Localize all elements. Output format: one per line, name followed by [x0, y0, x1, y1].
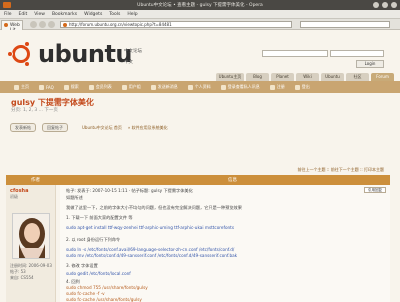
- nav-tab-planet[interactable]: Planet: [271, 73, 294, 81]
- post-line: 如题所述: [66, 195, 83, 200]
- reload-icon[interactable]: [48, 21, 55, 28]
- post-code-line: sudo mv /etc/fonts/conf.d/49-sansserif.c…: [66, 253, 238, 258]
- post-user-rank: 初级: [10, 194, 18, 199]
- menu-file[interactable]: File: [4, 12, 12, 17]
- profile-icon: [187, 84, 193, 90]
- post-line: 我做了这里一下，之前的字体大小不均匀的问题，但也没有完全解决问题，它只是一种预览…: [66, 205, 242, 210]
- maximize-icon[interactable]: [382, 2, 388, 8]
- browser-toolbar: Web Lit http://forum.ubuntu.org.cn/viewt…: [0, 19, 400, 33]
- post-code-line: sudo fc-cache -f -v: [66, 291, 105, 296]
- nav-tab-home[interactable]: Ubuntu主页: [216, 73, 244, 81]
- message-icon: [150, 84, 156, 90]
- nav-tab-blog[interactable]: Blog: [246, 73, 269, 81]
- post-code-line: sudo apt-get install ttf-wqy-zenhei ttf-…: [66, 225, 234, 230]
- posts-header: 作者 信息: [6, 175, 390, 185]
- minimize-icon[interactable]: [373, 2, 379, 8]
- iconbar-faq[interactable]: FAQ: [39, 84, 54, 90]
- web-page: ubuntu 中文论坛 中文 Login Ubuntu主页 Blog Plane…: [0, 30, 400, 302]
- inbox-icon: [220, 84, 226, 90]
- window-controls: [373, 2, 397, 8]
- iconbar-register[interactable]: 注册: [269, 84, 285, 90]
- search-input[interactable]: [300, 21, 390, 28]
- register-icon: [269, 84, 275, 90]
- groups-icon: [121, 84, 127, 90]
- browser-tab[interactable]: Web Lit: [1, 20, 23, 33]
- iconbar-profile[interactable]: 个人资料: [187, 84, 211, 90]
- browser-menubar: File Edit View Bookmarks Widgets Tools H…: [0, 10, 400, 19]
- home-icon: [14, 84, 19, 90]
- post-code-line: sudo fc-cache /usr/share/fonts/gulsy: [66, 297, 142, 302]
- iconbar-newmsg[interactable]: 发送新消息: [150, 84, 178, 90]
- close-icon[interactable]: [391, 2, 397, 8]
- window-title: Ubuntu中文论坛 • 查看主题 - gulsy 下提需字体美化 - Oper…: [137, 3, 263, 8]
- nav-tab-ubuntu[interactable]: Ubuntu: [321, 73, 344, 81]
- window-titlebar: Ubuntu中文论坛 • 查看主题 - gulsy 下提需字体美化 - Oper…: [0, 0, 400, 10]
- faq-icon: [39, 84, 44, 90]
- back-icon[interactable]: [30, 21, 37, 28]
- password-field[interactable]: [330, 50, 384, 57]
- post-code-line: sudo ln -s /etc/fonts/conf.avail/69-lang…: [66, 247, 235, 252]
- new-topic-button[interactable]: 发表新帖: [10, 123, 36, 132]
- site-icon: [63, 23, 67, 27]
- menu-tools[interactable]: Tools: [109, 12, 120, 17]
- topic-navigation[interactable]: 前往上一个主题 :: 前往下一个主题 :: 打印本主题: [298, 167, 384, 173]
- forward-icon[interactable]: [39, 21, 46, 28]
- site-subtitle-2: 中文: [124, 60, 133, 65]
- menu-widgets[interactable]: Widgets: [84, 12, 102, 17]
- app-menu-icon[interactable]: [3, 2, 11, 8]
- breadcrumb: Ubuntu中文论坛 首页 » 软件应用及系统美化: [82, 125, 168, 131]
- author-column-header: 作者: [31, 178, 40, 183]
- menu-help[interactable]: Help: [127, 12, 137, 17]
- members-icon: [88, 84, 94, 90]
- nav-tab-wiki[interactable]: Wiki: [296, 73, 319, 81]
- login-button[interactable]: Login: [356, 60, 384, 68]
- username-field[interactable]: [262, 50, 328, 57]
- iconbar-pm[interactable]: 登录查看私人讯息: [220, 84, 260, 90]
- iconbar-search[interactable]: 搜索: [63, 84, 79, 90]
- post-code-line: sudo gedit /etc/fonts/local.conf: [66, 271, 131, 276]
- logo-wordmark: ubuntu: [38, 40, 133, 68]
- breadcrumb-forum[interactable]: » 软件应用及系统美化: [128, 125, 168, 131]
- quote-button[interactable]: 引用回复: [364, 187, 386, 193]
- forum-iconbar: 主页 FAQ 搜索 会员列表 用户组 发送新消息 个人资料 登录查看私人讯息 注…: [0, 81, 400, 93]
- iconbar-logout[interactable]: 登出: [294, 84, 310, 90]
- iconbar-members[interactable]: 会员列表: [88, 84, 112, 90]
- thread-pagination[interactable]: 分页: 1, 2, 3 ... 下一页: [11, 107, 58, 113]
- nav-tab-forum[interactable]: Forum: [371, 73, 394, 81]
- iconbar-home[interactable]: 主页: [14, 84, 29, 90]
- address-text: http://forum.ubuntu.org.cn/viewtopic.php…: [69, 22, 172, 27]
- tab-favicon-icon: [4, 23, 8, 27]
- post-line: 2. 以 root 身份运行下列命令: [66, 237, 121, 242]
- thread-actions: 发表新帖 回复帖子: [10, 123, 68, 132]
- post-line: 1. 下载一下 前面大家的配置文件 等: [66, 215, 133, 220]
- search-icon: [63, 84, 69, 90]
- nav-tab-community[interactable]: 社区: [346, 73, 369, 81]
- site-subtitle: 中文论坛: [124, 49, 142, 54]
- reply-button[interactable]: 回复帖子: [42, 123, 68, 132]
- message-column-header: 信息: [228, 178, 237, 183]
- post-meta: 帖子: 发表于: 2007-10-15 1:11 · 帖子标题: gulsy 下…: [66, 188, 193, 193]
- post-author-panel: cfosha 初级 注册时间: 2006-09-03 帖子: 53 来自: CS…: [6, 185, 56, 302]
- user-location: 来自: CS554: [10, 275, 34, 280]
- post-body: 引用回复 帖子: 发表于: 2007-10-15 1:11 · 帖子标题: gu…: [60, 185, 390, 302]
- ubuntu-logo[interactable]: ubuntu: [7, 36, 133, 72]
- iconbar-groups[interactable]: 用户组: [121, 84, 141, 90]
- ubuntu-circle-icon: [7, 41, 34, 67]
- menu-bookmarks[interactable]: Bookmarks: [52, 12, 77, 17]
- site-nav-tabs: Ubuntu主页 Blog Planet Wiki Ubuntu 社区 Foru…: [216, 73, 394, 81]
- post-line: 3. 修改 字体设置: [66, 263, 98, 268]
- post-code-line: sudo chmod 755 /usr/share/fonts/gulsy: [66, 285, 148, 290]
- breadcrumb-home[interactable]: Ubuntu中文论坛 首页: [82, 125, 122, 131]
- menu-edit[interactable]: Edit: [19, 12, 28, 17]
- logout-icon: [294, 84, 300, 90]
- address-bar[interactable]: http://forum.ubuntu.org.cn/viewtopic.php…: [60, 21, 292, 28]
- avatar: [12, 213, 50, 259]
- menu-view[interactable]: View: [34, 12, 45, 17]
